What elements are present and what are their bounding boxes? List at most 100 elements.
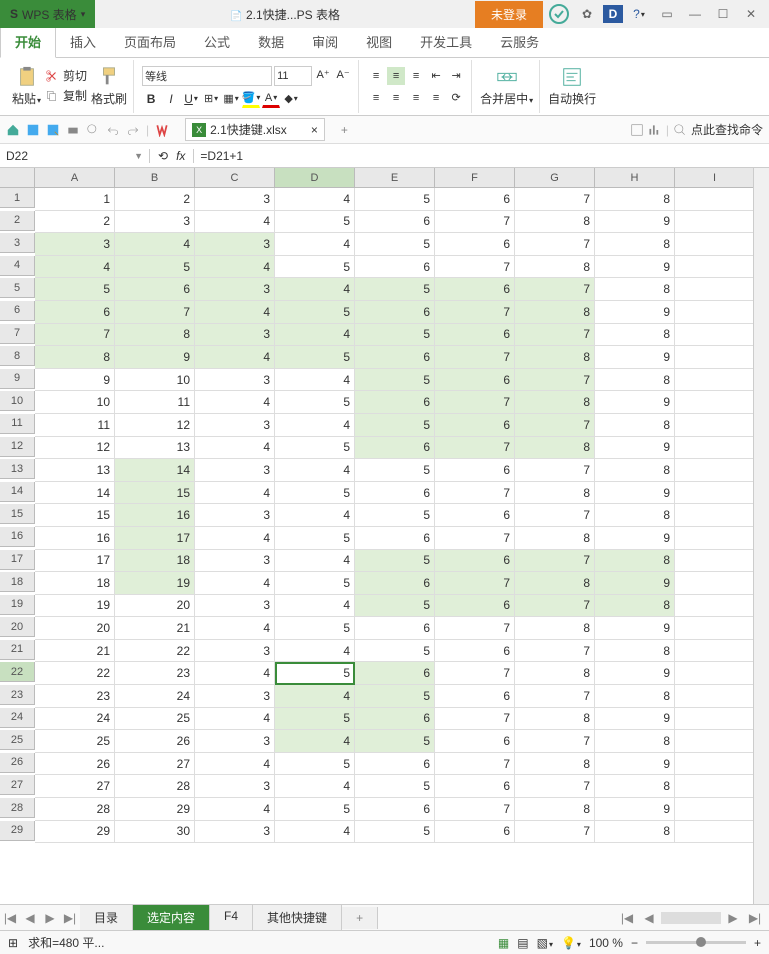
menu-tab-3[interactable]: 公式 [190, 26, 244, 57]
cell[interactable] [675, 278, 755, 301]
cell[interactable]: 1 [35, 188, 115, 211]
cell[interactable]: 6 [355, 798, 435, 821]
menu-tab-2[interactable]: 页面布局 [110, 26, 190, 57]
cell[interactable]: 4 [195, 708, 275, 731]
row-header[interactable]: 26 [0, 753, 35, 773]
cell[interactable]: 5 [355, 369, 435, 392]
cell[interactable]: 8 [515, 798, 595, 821]
cell[interactable]: 3 [195, 278, 275, 301]
cell[interactable]: 27 [115, 753, 195, 776]
cell[interactable]: 6 [355, 572, 435, 595]
font-color-button[interactable]: A▾ [262, 90, 280, 108]
cell[interactable]: 7 [435, 798, 515, 821]
cell[interactable]: 9 [35, 369, 115, 392]
cell[interactable]: 5 [275, 391, 355, 414]
cell[interactable] [675, 527, 755, 550]
menu-tab-4[interactable]: 数据 [244, 26, 298, 57]
col-header[interactable]: I [675, 168, 755, 188]
cell[interactable]: 3 [195, 369, 275, 392]
close-button[interactable]: ✕ [739, 2, 763, 26]
row-header[interactable]: 29 [0, 821, 35, 841]
cell[interactable]: 4 [195, 572, 275, 595]
cell[interactable]: 6 [435, 504, 515, 527]
cell[interactable]: 6 [435, 459, 515, 482]
cell[interactable]: 4 [275, 278, 355, 301]
cell[interactable]: 9 [595, 798, 675, 821]
col-header[interactable]: F [435, 168, 515, 188]
underline-button[interactable]: U▾ [182, 90, 200, 108]
sheet-tab[interactable]: 选定内容 [133, 905, 210, 930]
row-header[interactable]: 5 [0, 278, 35, 298]
bold-button[interactable]: B [142, 90, 160, 108]
cell[interactable]: 14 [35, 482, 115, 505]
formula-input[interactable] [200, 149, 763, 163]
select-all-corner[interactable] [0, 168, 35, 188]
cell[interactable]: 6 [435, 640, 515, 663]
login-button[interactable]: 未登录 [475, 1, 543, 28]
cell[interactable]: 7 [515, 775, 595, 798]
cell[interactable]: 4 [275, 504, 355, 527]
cell[interactable]: 11 [35, 414, 115, 437]
cell[interactable]: 29 [115, 798, 195, 821]
cell[interactable]: 2 [115, 188, 195, 211]
cell[interactable]: 3 [195, 550, 275, 573]
cell[interactable]: 6 [435, 278, 515, 301]
cell[interactable]: 8 [595, 685, 675, 708]
cell[interactable] [675, 730, 755, 753]
cell[interactable]: 6 [355, 301, 435, 324]
cell[interactable]: 22 [35, 662, 115, 685]
cell[interactable]: 15 [115, 482, 195, 505]
cell[interactable] [675, 595, 755, 618]
cell[interactable]: 8 [515, 211, 595, 234]
row-header[interactable]: 19 [0, 595, 35, 615]
cell[interactable] [675, 369, 755, 392]
wrap-text-button[interactable]: 自动换行 [548, 66, 596, 107]
cell[interactable]: 7 [515, 685, 595, 708]
align-right-button[interactable]: ≡ [407, 89, 425, 107]
cell[interactable] [675, 301, 755, 324]
cell[interactable]: 7 [515, 278, 595, 301]
cell[interactable]: 7 [435, 753, 515, 776]
spreadsheet-grid[interactable]: ABCDEFGHI1123456782234567893343456784454… [0, 168, 769, 843]
cell[interactable]: 9 [595, 527, 675, 550]
cell[interactable]: 7 [435, 211, 515, 234]
cell[interactable]: 6 [435, 414, 515, 437]
zoom-out-button[interactable]: − [631, 936, 638, 950]
cell[interactable]: 8 [595, 233, 675, 256]
col-header[interactable]: B [115, 168, 195, 188]
cell[interactable]: 4 [195, 256, 275, 279]
cell[interactable]: 8 [515, 527, 595, 550]
row-header[interactable]: 28 [0, 798, 35, 818]
cell[interactable]: 4 [275, 324, 355, 347]
cell[interactable]: 9 [595, 391, 675, 414]
cut-button[interactable]: 剪切 [45, 66, 87, 85]
indent-right-button[interactable]: ⇥ [447, 67, 465, 85]
cell[interactable]: 6 [435, 685, 515, 708]
cell[interactable]: 20 [35, 617, 115, 640]
row-header[interactable]: 7 [0, 324, 35, 344]
merge-center-button[interactable]: 合并居中▾ [480, 66, 533, 107]
save-as-icon[interactable] [46, 123, 60, 137]
cell[interactable]: 7 [435, 527, 515, 550]
cell[interactable]: 21 [115, 617, 195, 640]
cell[interactable]: 7 [515, 550, 595, 573]
sheet-tab[interactable]: 目录 [80, 905, 133, 930]
cell[interactable]: 15 [35, 504, 115, 527]
help-icon[interactable]: ?▾ [627, 2, 651, 26]
cell[interactable]: 24 [35, 708, 115, 731]
cell[interactable]: 8 [595, 775, 675, 798]
cell[interactable]: 7 [115, 301, 195, 324]
cell[interactable]: 16 [115, 504, 195, 527]
cell[interactable]: 4 [275, 550, 355, 573]
cell[interactable]: 4 [275, 775, 355, 798]
align-center-button[interactable]: ≡ [387, 89, 405, 107]
cell[interactable]: 5 [275, 482, 355, 505]
cell[interactable]: 9 [595, 256, 675, 279]
cell[interactable]: 7 [515, 233, 595, 256]
cell[interactable]: 20 [115, 595, 195, 618]
cell[interactable]: 8 [595, 414, 675, 437]
first-sheet-button[interactable]: |◀ [0, 908, 20, 928]
name-box[interactable] [6, 149, 134, 163]
cell[interactable] [675, 617, 755, 640]
cell[interactable]: 4 [195, 617, 275, 640]
